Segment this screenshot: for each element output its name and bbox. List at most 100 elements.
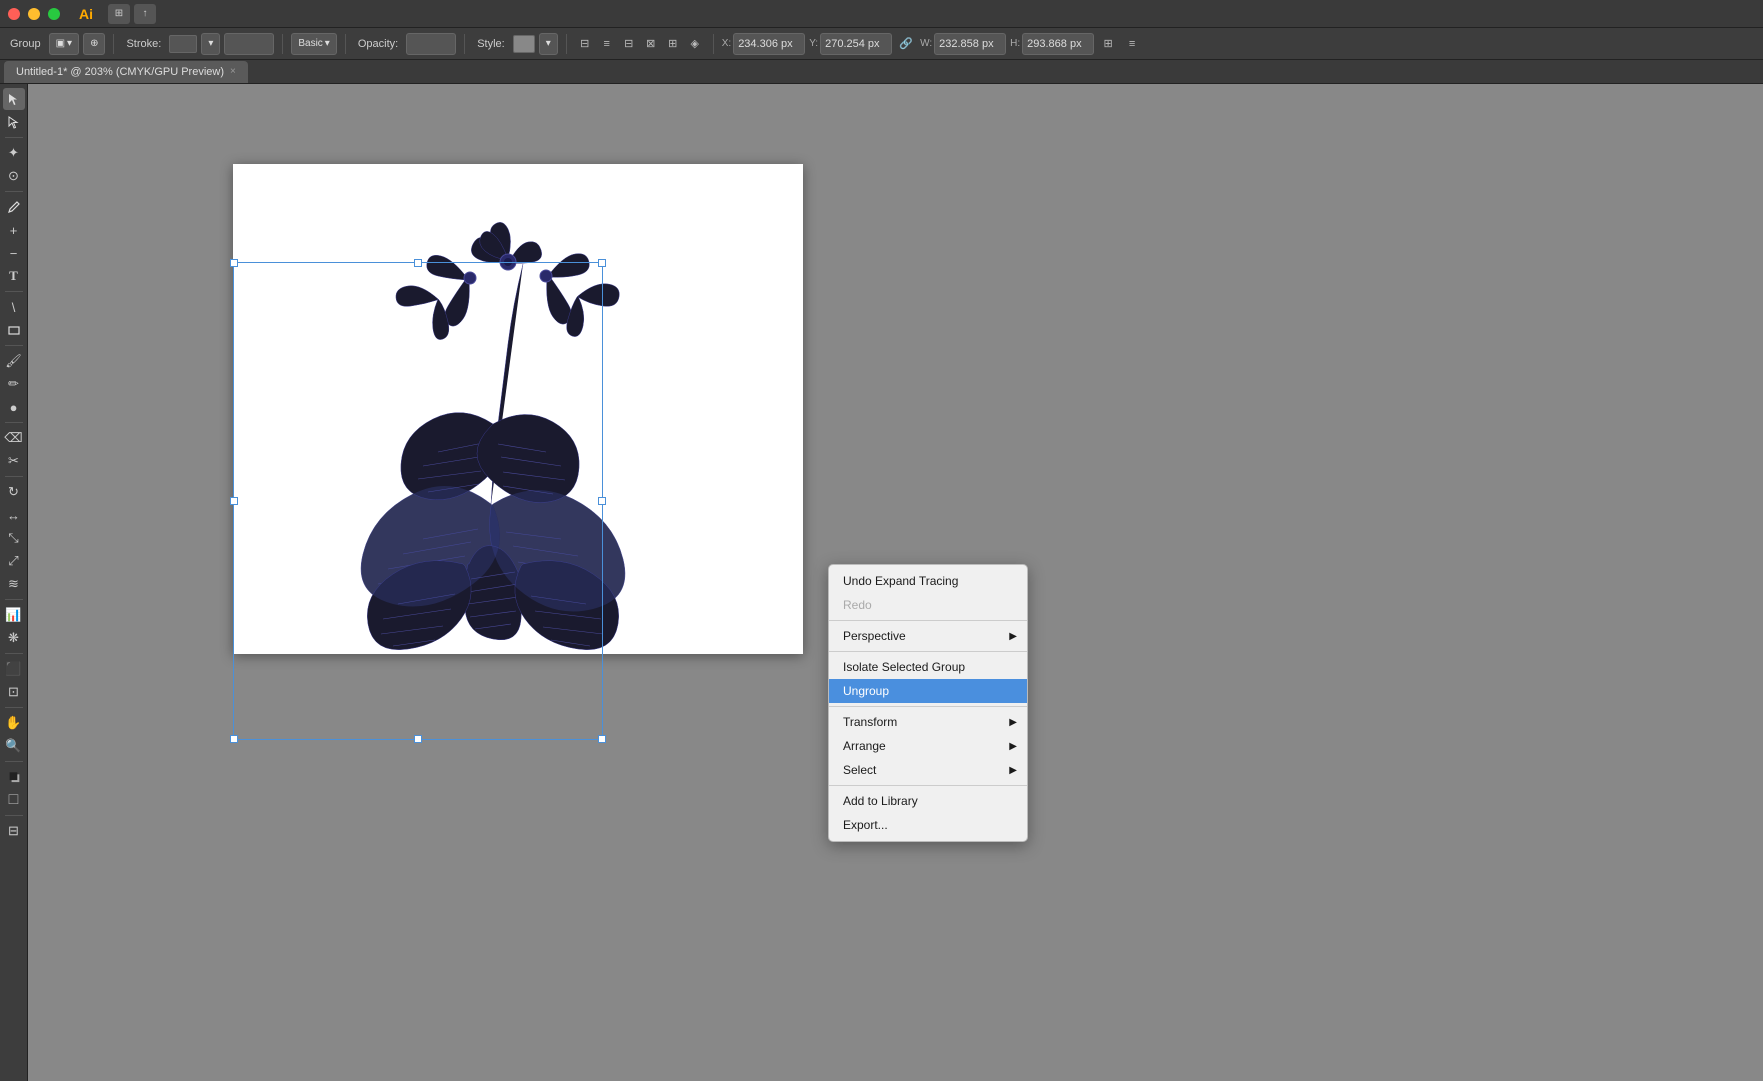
style-more-btn[interactable]: ▾ [539, 33, 558, 55]
y-coord-field: Y: [809, 33, 892, 55]
distribute-icon[interactable]: ⊠ [641, 34, 661, 54]
type-tool[interactable]: T [3, 265, 25, 287]
fill-swatch[interactable]: ■ [3, 766, 25, 788]
x-coord-field: X: [722, 33, 805, 55]
link-icon[interactable]: 🔗 [896, 34, 916, 54]
tab-close-button[interactable]: × [230, 66, 236, 77]
style-btn[interactable]: Basic▾ [291, 33, 336, 55]
h-input[interactable] [1022, 33, 1094, 55]
sep5 [566, 34, 567, 54]
tool-sep-7 [5, 599, 23, 600]
ctx-item-add-to-library[interactable]: Add to Library [829, 789, 1027, 813]
stroke-label: Stroke: [122, 38, 165, 50]
align-right-icon[interactable]: ⊟ [619, 34, 639, 54]
tool-sep-5 [5, 422, 23, 423]
transform-more-icon[interactable]: ⊞ [1098, 34, 1118, 54]
ctx-item-perspective[interactable]: Perspective▶ [829, 624, 1027, 648]
align-tools: ⊟ ≡ ⊟ ⊠ ⊞ ◈ [575, 34, 705, 54]
zoom-tool[interactable]: 🔍 [3, 735, 25, 757]
stroke-weight-input[interactable] [224, 33, 274, 55]
tab-title: Untitled-1* @ 203% (CMYK/GPU Preview) [16, 66, 224, 78]
magic-wand-tool[interactable]: ✦ [3, 142, 25, 164]
direct-selection-tool[interactable] [3, 111, 25, 133]
delete-anchor-tool[interactable]: − [3, 242, 25, 264]
isolate-btn[interactable]: ⊕ [83, 33, 105, 55]
ctx-item-undo-expand-tracing[interactable]: Undo Expand Tracing [829, 569, 1027, 593]
options-icon[interactable]: ≡ [1122, 34, 1142, 54]
selection-tool[interactable] [3, 88, 25, 110]
main-layout: ✦ ⊙ + − T \ 🖌 ✏ ● ⌫ ✂ ↻ ↔ ⤡ ⤢ ≋ 📊 ❋ ⬛ ⊡ … [0, 84, 1763, 1081]
scissors-tool[interactable]: ✂ [3, 450, 25, 472]
submenu-arrow-icon: ▶ [1009, 717, 1017, 728]
maximize-button[interactable] [48, 8, 60, 20]
artboard-tool[interactable]: ⬛ [3, 658, 25, 680]
handle-bc [414, 735, 422, 743]
blob-brush-tool[interactable]: ● [3, 396, 25, 418]
more-align-icon[interactable]: ⊞ [663, 34, 683, 54]
ctx-item-transform[interactable]: Transform▶ [829, 710, 1027, 734]
y-label: Y: [809, 38, 818, 49]
x-input[interactable] [733, 33, 805, 55]
titlebar: Ai ⊞ ↑ [0, 0, 1763, 28]
warp-tool[interactable]: ≋ [3, 573, 25, 595]
submenu-arrow-icon: ▶ [1009, 765, 1017, 776]
opacity-input[interactable]: 100% [406, 33, 456, 55]
context-menu: Undo Expand TracingRedoPerspective▶Isola… [828, 564, 1028, 842]
ctx-item-export[interactable]: Export... [829, 813, 1027, 837]
w-coord-field: W: [920, 33, 1006, 55]
eraser-tool[interactable]: ⌫ [3, 427, 25, 449]
slice-tool[interactable]: ⊡ [3, 681, 25, 703]
minimize-button[interactable] [28, 8, 40, 20]
left-toolbar: ✦ ⊙ + − T \ 🖌 ✏ ● ⌫ ✂ ↻ ↔ ⤡ ⤢ ≋ 📊 ❋ ⬛ ⊡ … [0, 84, 28, 1081]
ctx-item-ungroup[interactable]: Ungroup [829, 679, 1027, 703]
submenu-arrow-icon: ▶ [1009, 631, 1017, 642]
ctx-item-isolate-selected-group[interactable]: Isolate Selected Group [829, 655, 1027, 679]
toolbar: Group ▣▾ ⊕ Stroke: ▾ Basic▾ Opacity: 100… [0, 28, 1763, 60]
ctx-item-select[interactable]: Select▶ [829, 758, 1027, 782]
w-label: W: [920, 38, 932, 49]
sep3 [345, 34, 346, 54]
ctx-separator-11 [829, 785, 1027, 786]
lasso-tool[interactable]: ⊙ [3, 165, 25, 187]
workspace-switcher[interactable]: ⊞ [108, 4, 130, 24]
handle-bl [230, 735, 238, 743]
column-graph-tool[interactable]: 📊 [3, 604, 25, 626]
w-input[interactable] [934, 33, 1006, 55]
pen-tool[interactable] [3, 196, 25, 218]
stroke-weight-btn[interactable]: ▾ [201, 33, 220, 55]
share-icon[interactable]: ↑ [134, 4, 156, 24]
style-color-swatch[interactable] [513, 35, 535, 53]
document-tab[interactable]: Untitled-1* @ 203% (CMYK/GPU Preview) × [4, 61, 248, 83]
add-anchor-tool[interactable]: + [3, 219, 25, 241]
stroke-color-swatch[interactable] [169, 35, 197, 53]
symbol-sprayer-tool[interactable]: ❋ [3, 627, 25, 649]
y-input[interactable] [820, 33, 892, 55]
sep2 [282, 34, 283, 54]
ctx-item-arrange[interactable]: Arrange▶ [829, 734, 1027, 758]
stroke-swatch[interactable]: □ [3, 789, 25, 811]
rectangle-tool[interactable] [3, 319, 25, 341]
shear-tool[interactable]: ⤢ [3, 550, 25, 572]
canvas-area[interactable]: .flower-path { fill: #1a1a2e; stroke: #3… [28, 84, 1763, 1081]
x-label: X: [722, 38, 731, 49]
tool-sep-8 [5, 653, 23, 654]
ctx-separator-4 [829, 651, 1027, 652]
group-select-btn[interactable]: ▣▾ [49, 33, 79, 55]
pencil-tool[interactable]: ✏ [3, 373, 25, 395]
artwork-content: .flower-path { fill: #1a1a2e; stroke: #3… [243, 174, 803, 654]
tool-sep-1 [5, 137, 23, 138]
line-tool[interactable]: \ [3, 296, 25, 318]
paintbrush-tool[interactable]: 🖌 [3, 350, 25, 372]
hand-tool[interactable]: ✋ [3, 712, 25, 734]
close-button[interactable] [8, 8, 20, 20]
scale-tool[interactable]: ⤡ [3, 527, 25, 549]
tool-sep-3 [5, 291, 23, 292]
transform-icon[interactable]: ◈ [685, 34, 705, 54]
reflect-tool[interactable]: ↔ [3, 504, 25, 526]
sep4 [464, 34, 465, 54]
tool-sep-2 [5, 191, 23, 192]
rotate-tool[interactable]: ↻ [3, 481, 25, 503]
change-screen-mode[interactable]: ⊟ [3, 820, 25, 842]
align-left-icon[interactable]: ⊟ [575, 34, 595, 54]
align-center-icon[interactable]: ≡ [597, 34, 617, 54]
